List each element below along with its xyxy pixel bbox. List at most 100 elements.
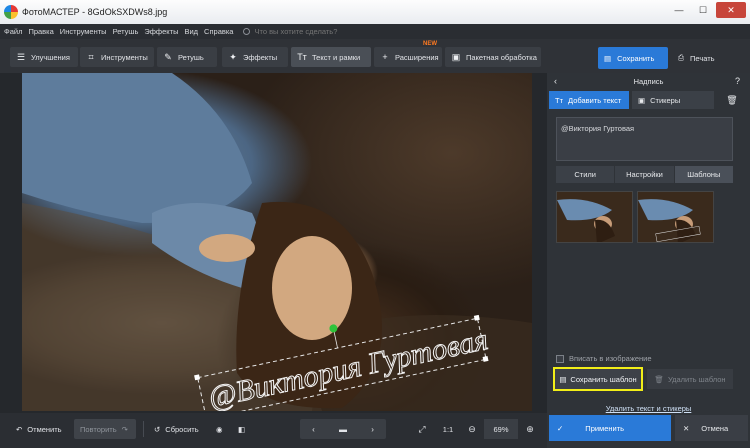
undo-button[interactable]: ↶ Отменить <box>10 419 68 439</box>
window-controls: — ☐ ✕ <box>668 2 746 18</box>
tool-label: Улучшения <box>31 52 70 62</box>
fit-to-image-label: Вписать в изображение <box>569 354 652 363</box>
printer-icon: ⎙ <box>678 53 684 62</box>
back-arrow-icon[interactable]: ‹ <box>554 76 557 86</box>
caption-text-field[interactable]: @Виктория Гуртовая <box>556 117 733 161</box>
resize-handle[interactable] <box>482 355 489 362</box>
hand-shape <box>199 234 255 262</box>
fit-screen-button[interactable]: ⤢ <box>412 419 432 439</box>
tool-label: Эффекты <box>243 52 278 62</box>
new-badge: NEW <box>423 41 437 47</box>
delete-template-button[interactable]: 🗑 Удалить шаблон <box>647 369 733 389</box>
ratio-label: 1:1 <box>442 424 454 434</box>
search-icon <box>243 28 251 35</box>
zoom-value[interactable]: 69% <box>484 419 518 439</box>
save-template-button[interactable]: ▤ Сохранить шаблон <box>553 367 643 391</box>
tool-extensions-button[interactable]: + Расширения NEW <box>374 41 442 67</box>
save-template-label: Сохранить шаблон <box>570 374 637 384</box>
caption-panel: Надпись ‹ ? Tт Добавить текст ▣ Стикеры … <box>547 73 750 448</box>
tab-stickers[interactable]: ▣ Стикеры <box>632 91 714 109</box>
tool-batch-button[interactable]: ▣ Пакетная обработка <box>445 47 541 67</box>
zoom-out-icon: ⊖ <box>468 423 476 434</box>
face-shape <box>272 236 352 340</box>
menu-tools[interactable]: Инструменты <box>60 27 107 36</box>
crop-icon: ⌗ <box>88 51 94 62</box>
tool-enhance-button[interactable]: ☰ Улучшения <box>10 47 78 67</box>
main-toolbar: ☰ Улучшения ⌗ Инструменты ✎ Ретушь ✦ Эфф… <box>0 39 750 73</box>
tab-settings[interactable]: Настройки <box>615 166 674 183</box>
compare-icon: ◧ <box>238 424 246 434</box>
panel-title: Надпись <box>633 76 664 86</box>
actual-size-button[interactable]: 1:1 <box>436 419 460 439</box>
sliders-icon: ☰ <box>16 51 26 62</box>
text-icon: Tт <box>555 95 564 105</box>
next-image-button[interactable]: › <box>371 425 374 434</box>
save-button[interactable]: ▤ Сохранить <box>598 47 668 69</box>
delete-template-label: Удалить шаблон <box>667 374 726 384</box>
menu-effects[interactable]: Эффекты <box>144 27 178 36</box>
reset-button[interactable]: ↺ Сбросить <box>148 419 205 439</box>
search-box <box>243 27 385 36</box>
bottom-bar: ↶ Отменить Повторить ↷ ↺ Сбросить ◉ ◧ ‹ … <box>0 413 547 448</box>
menu-file[interactable]: Файл <box>4 27 22 36</box>
search-input[interactable] <box>254 27 385 36</box>
delete-text-stickers-link[interactable]: Удалить текст и стикеры <box>547 404 750 413</box>
print-button[interactable]: ⎙ Печать <box>672 47 742 69</box>
template-thumbnail[interactable] <box>556 191 633 243</box>
menu-edit[interactable]: Правка <box>28 27 53 36</box>
tool-instruments-button[interactable]: ⌗ Инструменты <box>80 47 154 67</box>
batch-icon: ▣ <box>451 51 461 62</box>
minimize-button[interactable]: — <box>668 2 690 18</box>
tool-label: Ретушь <box>178 52 204 62</box>
menu-help[interactable]: Справка <box>204 27 233 36</box>
window-title: ФотоМАСТЕР - 8GdOkSXDWs8.jpg <box>22 7 168 17</box>
zoom-in-button[interactable]: ⊕ <box>520 419 540 439</box>
sweater-shape <box>22 73 252 223</box>
zoom-out-button[interactable]: ⊖ <box>462 419 482 439</box>
tab-add-text[interactable]: Tт Добавить текст <box>549 91 629 109</box>
compare-button[interactable]: ◧ <box>232 419 251 439</box>
maximize-button[interactable]: ☐ <box>692 2 714 18</box>
fit-to-image-option[interactable]: Вписать в изображение <box>556 354 652 363</box>
tool-retouch-button[interactable]: ✎ Ретушь <box>157 47 217 67</box>
template-thumbnail-image <box>557 192 632 242</box>
previous-image-button[interactable]: ‹ <box>312 425 315 434</box>
trash-button[interactable]: 🗑 <box>723 91 741 109</box>
fit-to-image-checkbox[interactable] <box>556 354 564 363</box>
save-label: Сохранить <box>617 53 655 63</box>
tab-templates[interactable]: Шаблоны <box>674 166 733 183</box>
save-icon: ▤ <box>604 53 612 63</box>
redo-label: Повторить <box>80 424 117 434</box>
tab-styles[interactable]: Стили <box>556 166 615 183</box>
zoom-in-icon: ⊕ <box>526 423 534 434</box>
image-navigation: ‹ ▬ › <box>300 419 386 439</box>
tab-label: Добавить текст <box>568 95 622 105</box>
menu-retouch[interactable]: Ретушь <box>113 27 139 36</box>
close-button[interactable]: ✕ <box>716 2 746 18</box>
redo-button[interactable]: Повторить ↷ <box>74 419 136 439</box>
apply-label: Применить <box>585 423 625 433</box>
photo-illustration: @Виктория Гуртовая <box>22 73 532 411</box>
brush-icon: ✎ <box>164 51 172 62</box>
title-bar: ФотоМАСТЕР - 8GdOkSXDWs8.jpg — ☐ ✕ <box>0 0 750 24</box>
tool-effects-button[interactable]: ✦ Эффекты <box>222 47 288 67</box>
magic-wand-icon: ✦ <box>229 51 237 62</box>
cancel-button[interactable]: ✕ Отмена <box>675 415 748 441</box>
trash-icon: 🗑 <box>726 94 738 105</box>
tool-text-frames-button[interactable]: Tт Текст и рамки <box>291 47 371 67</box>
menu-view[interactable]: Вид <box>184 27 198 36</box>
template-thumbnail[interactable] <box>637 191 714 243</box>
apply-button[interactable]: ✓ Применить <box>549 415 671 441</box>
preview-button[interactable]: ◉ <box>210 419 229 439</box>
redo-icon: ↷ <box>121 424 128 434</box>
resize-handle[interactable] <box>194 374 201 381</box>
photo-canvas[interactable]: @Виктория Гуртовая <box>22 73 532 411</box>
resize-handle[interactable] <box>473 314 480 321</box>
plus-icon: + <box>382 52 388 62</box>
tool-label: Расширения <box>395 52 439 62</box>
close-icon: ✕ <box>683 423 690 433</box>
help-icon[interactable]: ? <box>735 76 740 86</box>
template-thumbnail-image <box>638 192 713 242</box>
folder-icon[interactable]: ▬ <box>339 425 347 434</box>
style-tabs: Стили Настройки Шаблоны <box>556 166 733 183</box>
